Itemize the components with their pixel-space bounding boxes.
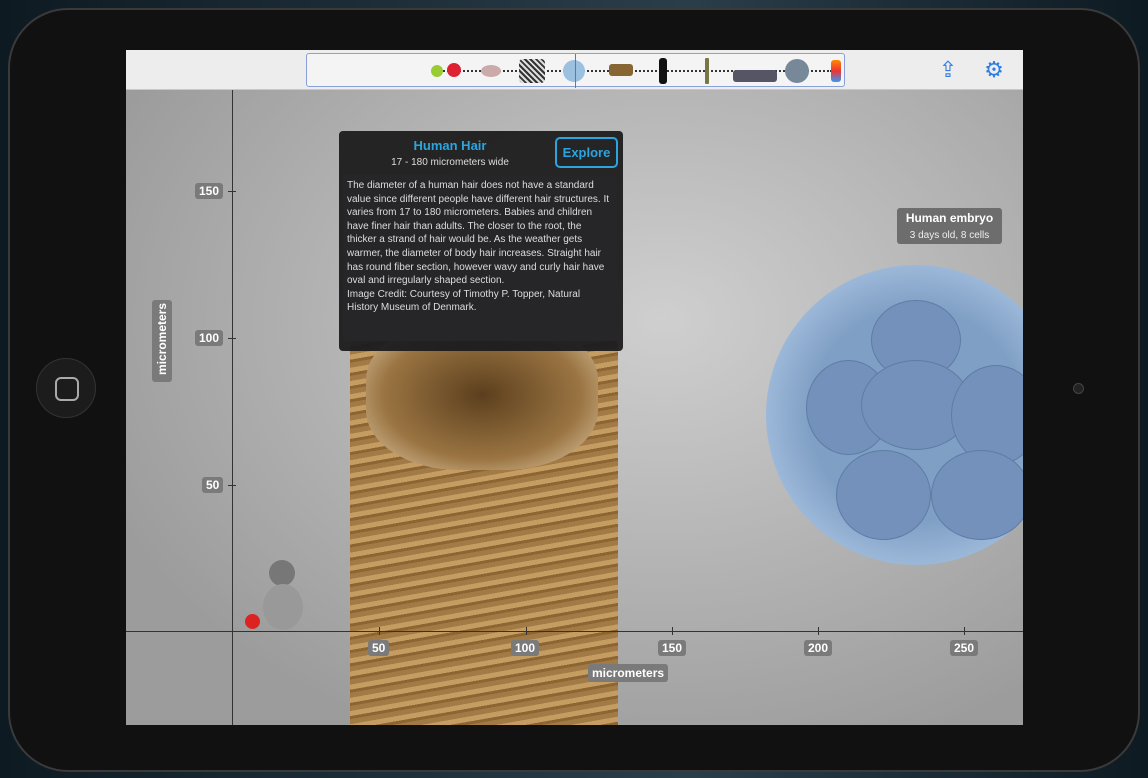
embryo-label[interactable]: Human embryo 3 days old, 8 cells [897, 208, 1002, 244]
y-axis-label: micrometers [152, 300, 172, 382]
human-embryo-image[interactable] [766, 265, 1023, 565]
atom-icon [431, 65, 443, 77]
dna-icon [519, 59, 545, 83]
pollen-image[interactable] [263, 560, 303, 630]
info-popup: Human Hair 17 - 180 micrometers wide Exp… [339, 131, 623, 351]
x-tick-label: 50 [368, 640, 390, 656]
y-tick-label: 50 [202, 477, 224, 493]
scale-navigator[interactable] [306, 53, 845, 88]
gear-icon[interactable]: ⚙ [980, 56, 1008, 84]
popup-subtitle: 17 - 180 micrometers wide [391, 157, 509, 168]
home-button[interactable] [36, 358, 96, 418]
tower-icon [705, 58, 709, 84]
image-credit: Image Credit: Courtesy of Timothy P. Top… [347, 288, 581, 314]
popup-title: Human Hair [413, 138, 487, 153]
y-axis [232, 90, 233, 725]
app-screen: ⇪ ⚙ 150 100 50 50 100 150 200 250 microm… [126, 50, 1023, 725]
red-blood-cell-image[interactable] [245, 614, 260, 629]
human-icon [659, 58, 667, 84]
x-axis-label: micrometers [588, 664, 669, 682]
galaxy-icon [831, 60, 841, 82]
camera [1073, 383, 1084, 394]
insect-icon [609, 64, 633, 76]
scale-plot[interactable]: 150 100 50 50 100 150 200 250 micrometer… [126, 90, 1023, 725]
y-tick-label: 150 [195, 183, 224, 199]
x-tick-label: 150 [658, 640, 687, 656]
molecule-icon [447, 63, 461, 77]
x-tick-label: 200 [804, 640, 833, 656]
y-tick-label: 100 [195, 330, 224, 346]
x-tick-label: 100 [511, 640, 540, 656]
toolbar: ⇪ ⚙ [126, 50, 1023, 90]
scale-position-marker[interactable] [575, 54, 576, 88]
planet-icon [785, 59, 809, 83]
cell-icon [563, 60, 585, 82]
virus-icon [481, 65, 501, 77]
x-axis [126, 631, 1023, 632]
explore-button[interactable]: Explore [555, 137, 618, 168]
x-tick-label: 250 [950, 640, 979, 656]
share-icon[interactable]: ⇪ [934, 56, 962, 84]
mountain-icon [733, 70, 777, 82]
popup-description[interactable]: The diameter of a human hair does not ha… [343, 175, 617, 341]
